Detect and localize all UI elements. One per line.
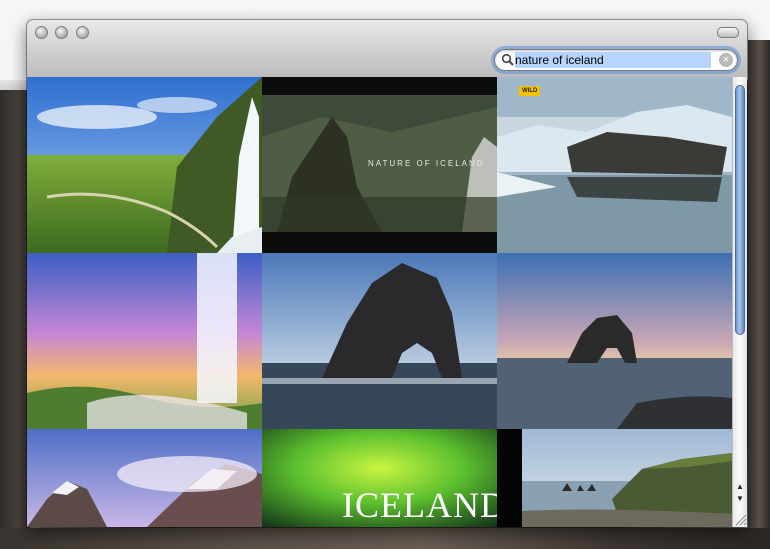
minimize-window-button[interactable] (55, 26, 68, 39)
desktop-wallpaper-right (748, 40, 770, 549)
result-image-6[interactable] (497, 253, 732, 429)
search-icon (501, 53, 514, 66)
title-bar: × (27, 20, 747, 78)
result-image-5[interactable] (262, 253, 497, 429)
result-image-2[interactable]: NATURE OF ICELAND (262, 77, 497, 253)
vertical-scrollbar[interactable]: ▲ ▼ (732, 77, 747, 527)
zoom-window-button[interactable] (76, 26, 89, 39)
clear-search-icon[interactable]: × (719, 53, 733, 67)
video-title-text: NATURE OF ICELAND (368, 159, 485, 168)
iceland-title-text: ICELAND (342, 485, 497, 525)
desktop-wallpaper-bottom (0, 528, 770, 549)
result-image-8[interactable]: ICELAND (262, 429, 497, 527)
snowy-mountains-image (27, 429, 262, 527)
rock-formation-dusk-image (497, 253, 732, 429)
sunset-waterfall-image (27, 253, 262, 429)
scrollbar-thumb[interactable] (735, 85, 745, 335)
coastal-cliffs-image (522, 429, 732, 527)
result-image-9[interactable] (522, 429, 732, 527)
image-results-grid: NATURE OF ICELAND WILD ICELAND (27, 77, 732, 527)
result-image-4[interactable] (27, 253, 262, 429)
scroll-up-arrow-icon[interactable]: ▲ (735, 481, 745, 492)
nat-geo-wild-badge: WILD (519, 86, 541, 96)
close-window-button[interactable] (35, 26, 48, 39)
search-field[interactable]: × (494, 49, 738, 71)
toolbar-toggle-button[interactable] (717, 27, 739, 38)
search-input[interactable] (515, 52, 711, 68)
resize-grip-icon[interactable] (733, 509, 747, 527)
result-image-3[interactable]: WILD (497, 77, 732, 253)
result-image-1[interactable] (27, 77, 262, 253)
result-image-9-letterbox (497, 429, 522, 527)
glacier-lagoon-image (497, 77, 732, 253)
result-image-7[interactable] (27, 429, 262, 527)
desktop-wallpaper-left (0, 90, 30, 549)
badge-text: WILD (522, 88, 538, 94)
sea-arch-rock-image (262, 253, 497, 429)
scroll-down-arrow-icon[interactable]: ▼ (735, 493, 745, 504)
waterfall-landscape-image (27, 77, 262, 253)
image-search-window: × (27, 20, 747, 527)
